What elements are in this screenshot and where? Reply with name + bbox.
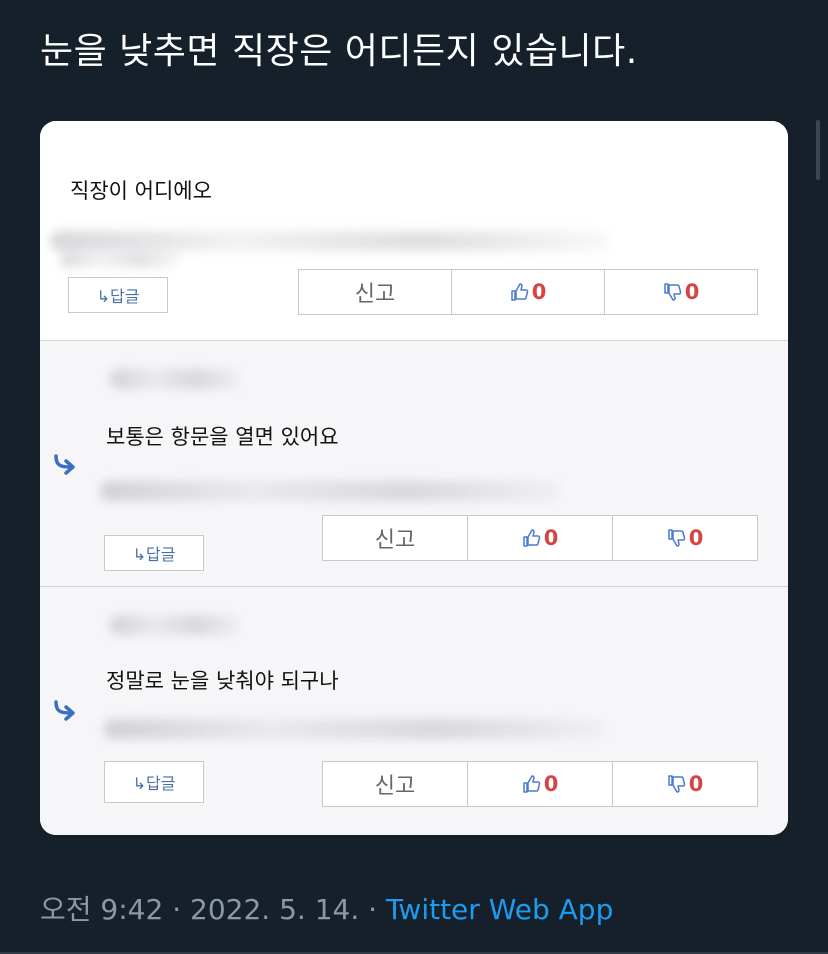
- like-button[interactable]: 0: [451, 270, 604, 314]
- reply-button[interactable]: ↳답글: [104, 761, 204, 803]
- comment-item: 정말로 눈을 낮춰야 되구나 ↳답글 신고 0 0: [40, 587, 788, 835]
- thumbs-up-icon: [522, 774, 542, 794]
- dislike-count: 0: [688, 772, 704, 796]
- meta-separator: ·: [368, 893, 378, 926]
- comment-actions: 신고 0 0: [322, 515, 758, 561]
- comment-item: 직장이 어디에오 ↳답글 신고 0 0: [40, 121, 788, 341]
- report-button[interactable]: 신고: [323, 762, 467, 806]
- reply-arrow-icon: [54, 700, 75, 721]
- thumbs-up-icon: [522, 528, 542, 548]
- report-button[interactable]: 신고: [323, 516, 467, 560]
- dislike-button[interactable]: 0: [604, 270, 757, 314]
- comment-body: 직장이 어디에오: [70, 179, 212, 203]
- like-count: 0: [543, 772, 559, 796]
- blurred-author: [110, 615, 240, 635]
- blurred-text: [50, 231, 610, 251]
- comment-item: 보통은 항문을 열면 있어요 ↳답글 신고 0 0: [40, 341, 788, 587]
- attached-image-card[interactable]: 직장이 어디에오 ↳답글 신고 0 0 보통은 항문을 열면 있어요 ↳답글 신…: [40, 121, 788, 835]
- blurred-text: [60, 253, 180, 267]
- scrollbar-thumb[interactable]: [816, 120, 820, 180]
- dislike-count: 0: [684, 280, 700, 304]
- like-button[interactable]: 0: [467, 762, 612, 806]
- reply-button[interactable]: ↳답글: [68, 277, 168, 313]
- thumbs-down-icon: [667, 774, 687, 794]
- dislike-button[interactable]: 0: [612, 516, 757, 560]
- dislike-count: 0: [688, 526, 704, 550]
- report-button[interactable]: 신고: [299, 270, 451, 314]
- comment-actions: 신고 0 0: [298, 269, 758, 315]
- tweet-source-app[interactable]: Twitter Web App: [386, 893, 613, 926]
- thumbs-down-icon: [667, 528, 687, 548]
- tweet-date[interactable]: 2022. 5. 14.: [190, 893, 359, 926]
- reply-button[interactable]: ↳답글: [104, 535, 204, 571]
- comment-body: 정말로 눈을 낮춰야 되구나: [106, 669, 339, 693]
- comment-actions: 신고 0 0: [322, 761, 758, 807]
- thumbs-up-icon: [510, 282, 530, 302]
- like-button[interactable]: 0: [467, 516, 612, 560]
- blurred-text: [104, 719, 604, 739]
- like-count: 0: [531, 280, 547, 304]
- blurred-text: [100, 481, 560, 501]
- meta-separator: ·: [172, 893, 182, 926]
- dislike-button[interactable]: 0: [612, 762, 757, 806]
- reply-arrow-icon: [54, 454, 75, 475]
- tweet-time[interactable]: 오전 9:42: [40, 893, 163, 926]
- comment-body: 보통은 항문을 열면 있어요: [106, 425, 339, 449]
- thumbs-down-icon: [663, 282, 683, 302]
- tweet-meta: 오전 9:42 · 2022. 5. 14. · Twitter Web App: [40, 888, 613, 928]
- tweet-text: 눈을 낮추면 직장은 어디든지 있습니다.: [40, 31, 638, 72]
- blurred-author: [110, 369, 240, 389]
- like-count: 0: [543, 526, 559, 550]
